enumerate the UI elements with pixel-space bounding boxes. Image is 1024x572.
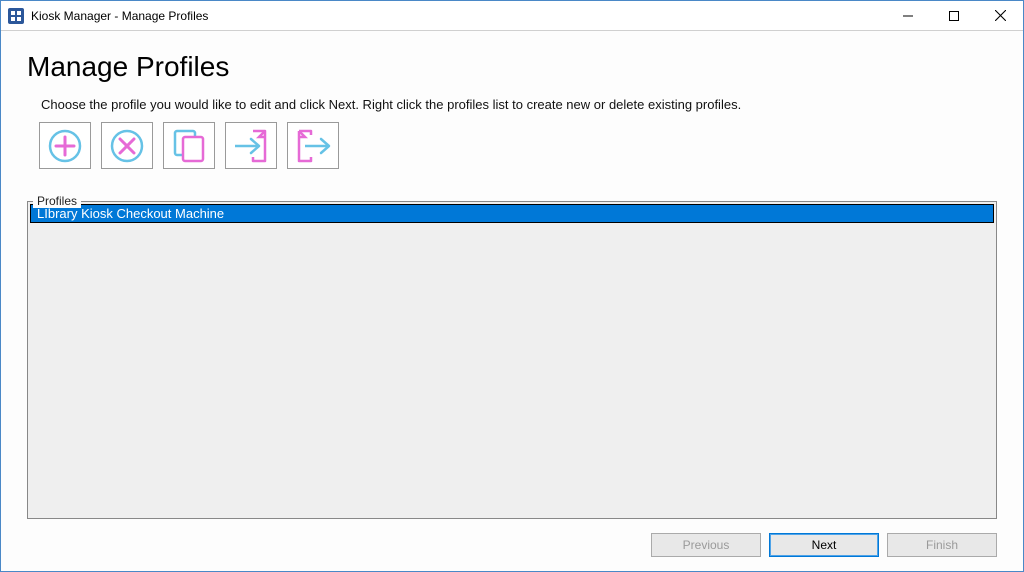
profiles-listbox[interactable]: LIbrary Kiosk Checkout Machine <box>27 201 997 519</box>
page-title: Manage Profiles <box>27 51 997 83</box>
import-icon <box>231 127 271 165</box>
content-area: Manage Profiles Choose the profile you w… <box>1 31 1023 571</box>
instructions-text: Choose the profile you would like to edi… <box>41 97 997 112</box>
export-icon <box>293 127 333 165</box>
delete-profile-button[interactable] <box>101 122 153 169</box>
copy-icon <box>169 127 209 165</box>
x-icon <box>109 128 145 164</box>
wizard-footer: Previous Next Finish <box>27 519 997 557</box>
close-button[interactable] <box>977 1 1023 30</box>
profiles-group: Profiles LIbrary Kiosk Checkout Machine <box>27 187 997 519</box>
minimize-button[interactable] <box>885 1 931 30</box>
titlebar: Kiosk Manager - Manage Profiles <box>1 1 1023 31</box>
window-controls <box>885 1 1023 30</box>
profile-item[interactable]: LIbrary Kiosk Checkout Machine <box>30 204 994 223</box>
maximize-button[interactable] <box>931 1 977 30</box>
app-icon <box>7 7 25 25</box>
app-window: Kiosk Manager - Manage Profiles Manage P… <box>0 0 1024 572</box>
copy-profile-button[interactable] <box>163 122 215 169</box>
finish-button[interactable]: Finish <box>887 533 997 557</box>
window-title: Kiosk Manager - Manage Profiles <box>31 9 208 23</box>
add-profile-button[interactable] <box>39 122 91 169</box>
previous-button[interactable]: Previous <box>651 533 761 557</box>
profiles-label: Profiles <box>33 194 81 208</box>
next-button[interactable]: Next <box>769 533 879 557</box>
import-profile-button[interactable] <box>225 122 277 169</box>
toolbar <box>39 122 997 169</box>
export-profile-button[interactable] <box>287 122 339 169</box>
plus-icon <box>47 128 83 164</box>
